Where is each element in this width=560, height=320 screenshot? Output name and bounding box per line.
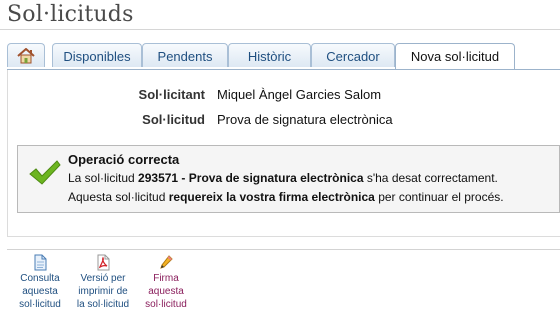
success-message: Operació correcta La sol·licitud 293571 … xyxy=(17,145,560,213)
success-title: Operació correcta xyxy=(68,152,180,167)
consult-line-1: Consulta xyxy=(20,273,60,284)
success-line-2: Aquesta sol·licitud requereix la vostra … xyxy=(68,190,504,204)
tab-disponibles[interactable]: Disponibles xyxy=(52,43,142,67)
applicant-label: Sol·licitant xyxy=(138,87,205,102)
page-title: Sol·licituds xyxy=(7,2,134,27)
pencil-icon xyxy=(160,255,173,269)
pdf-icon xyxy=(97,254,110,271)
sign-line-2: aquesta xyxy=(148,286,184,297)
tab-nova-sollicitud[interactable]: Nova sol·licitud xyxy=(395,43,515,71)
consult-line-2: aquesta xyxy=(22,286,58,297)
request-separator: - xyxy=(178,171,189,185)
consult-line-3: sol·licitud xyxy=(19,299,61,310)
sign-line-3: sol·licitud xyxy=(145,299,187,310)
tab-cercador[interactable]: Cercador xyxy=(311,43,395,67)
success-line-1-prefix: La sol·licitud xyxy=(68,171,135,185)
request-label: Sol·licitud xyxy=(142,112,205,127)
signature-required-text: requereix la vostra firma electrònica xyxy=(168,190,375,204)
actions-divider xyxy=(7,249,560,250)
tab-bar: Disponibles Pendents Històric Cercador N… xyxy=(7,43,560,71)
success-line-2-prefix: Aquesta sol·licitud xyxy=(68,190,166,204)
sign-request-action[interactable]: Firma aquesta sol·licitud xyxy=(140,254,192,311)
consult-request-action[interactable]: Consulta aquesta sol·licitud xyxy=(14,254,66,311)
success-line-1: La sol·licitud 293571 - Prova de signatu… xyxy=(68,171,498,185)
request-name: Prova de signatura electrònica xyxy=(188,171,364,185)
applicant-value: Miquel Àngel Garcies Salom xyxy=(217,87,382,102)
print-version-action[interactable]: Versió per imprimir de la sol·licitud xyxy=(72,254,134,311)
tab-pendents[interactable]: Pendents xyxy=(142,43,228,67)
print-line-1: Versió per xyxy=(80,273,126,284)
title-divider xyxy=(0,29,560,30)
print-line-2: imprimir de xyxy=(78,286,128,297)
tab-home[interactable] xyxy=(7,43,45,67)
success-line-2-suffix: per continuar el procés. xyxy=(378,190,504,204)
print-line-3: la sol·licitud xyxy=(76,299,130,310)
request-id: 293571 xyxy=(138,171,179,185)
request-value: Prova de signatura electrònica xyxy=(217,112,393,127)
success-line-1-suffix: s'ha desat correctament. xyxy=(366,171,498,185)
check-icon xyxy=(29,160,61,185)
sign-line-1: Firma xyxy=(153,273,179,284)
home-icon xyxy=(17,48,35,64)
tab-historic[interactable]: Històric xyxy=(228,43,311,67)
document-icon xyxy=(34,254,47,271)
